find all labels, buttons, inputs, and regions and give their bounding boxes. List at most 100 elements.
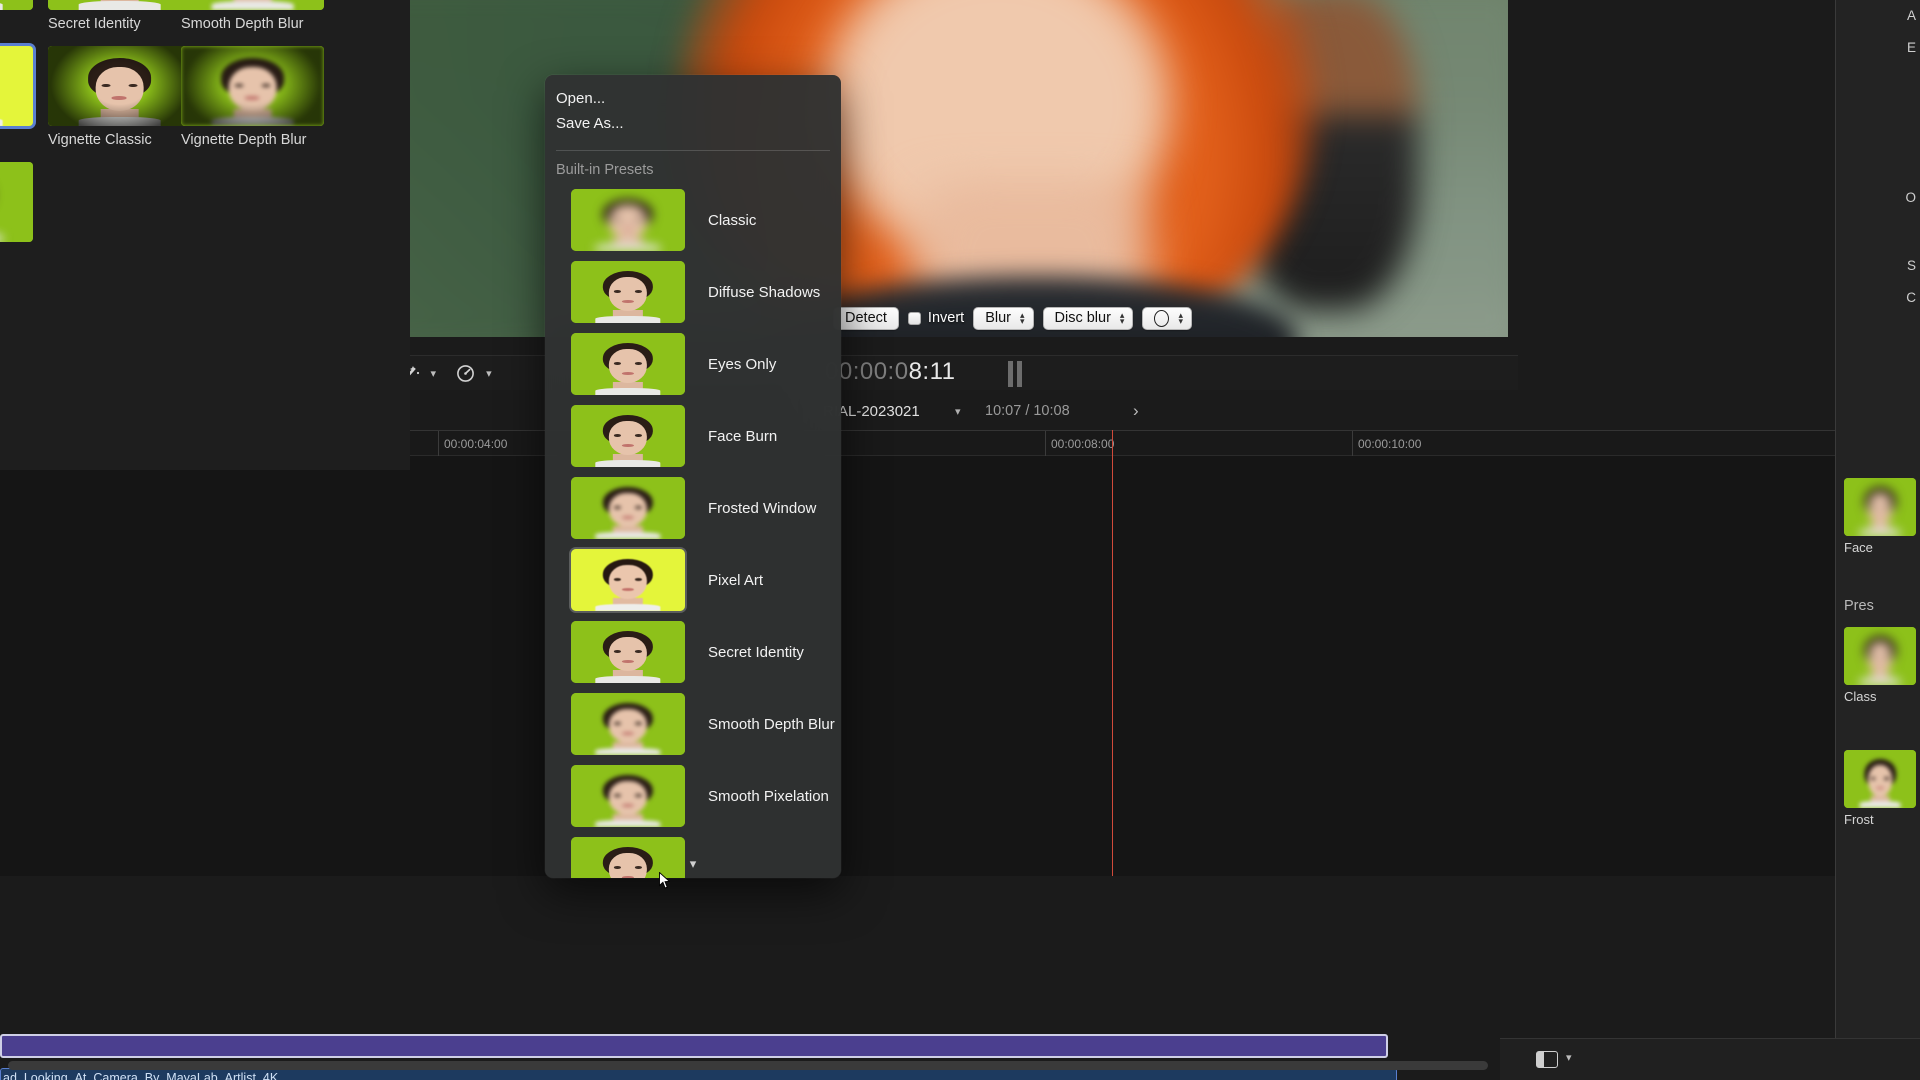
preset-label: Secret Identity bbox=[48, 16, 198, 33]
blur-type-value: Disc blur bbox=[1055, 310, 1111, 326]
invert-checkbox-box[interactable] bbox=[908, 312, 921, 325]
preset-label: Smooth Depth Blur bbox=[181, 16, 331, 33]
menu-preset-item[interactable]: Classic bbox=[545, 184, 841, 256]
edge-letter: E bbox=[1907, 40, 1916, 55]
menu-preset-thumbnail[interactable] bbox=[571, 477, 685, 539]
invert-label: Invert bbox=[928, 310, 964, 326]
browser-preset-item[interactable]: Vignette Classic bbox=[48, 46, 198, 149]
inspector-preset-item[interactable]: Class bbox=[1844, 627, 1916, 704]
menu-preset-label: Smooth Depth Blur bbox=[708, 716, 835, 733]
menu-item-save-as[interactable]: Save As... bbox=[545, 111, 841, 136]
chevron-down-icon[interactable]: ▾ bbox=[955, 405, 961, 418]
inspector-label: Face bbox=[1844, 540, 1916, 555]
inspector-preset-item[interactable]: Face bbox=[1844, 478, 1916, 555]
effect-browser: Secret IdentitySmooth Depth Blur Vignette… bbox=[0, 0, 410, 470]
browser-preset-item[interactable]: Vignette Depth Blur bbox=[181, 46, 331, 149]
inspector-label: Class bbox=[1844, 689, 1916, 704]
detect-button[interactable]: Detect bbox=[833, 307, 899, 330]
menu-section-title: Built-in Presets bbox=[545, 151, 841, 184]
menu-preset-item[interactable]: Diffuse Shadows bbox=[545, 256, 841, 328]
chevron-updown-icon: ▴▾ bbox=[1178, 312, 1183, 324]
speedometer-icon bbox=[456, 364, 475, 383]
blur-type-popup[interactable]: Disc blur ▴▾ bbox=[1043, 307, 1134, 330]
edge-letter: C bbox=[1906, 290, 1916, 305]
preset-label: Vignette Depth Blur bbox=[181, 132, 331, 149]
menu-preset-label: Smooth Pixelation bbox=[708, 788, 829, 805]
menu-preset-thumbnail[interactable] bbox=[571, 765, 685, 827]
menu-preset-thumbnail[interactable] bbox=[571, 333, 685, 395]
menu-preset-label: Classic bbox=[708, 212, 756, 229]
retime-tool-button[interactable]: ▾ bbox=[456, 364, 492, 383]
chevron-updown-icon: ▴▾ bbox=[1120, 312, 1125, 324]
menu-preset-label: Diffuse Shadows bbox=[708, 284, 820, 301]
sidebar-layout-icon[interactable] bbox=[1536, 1051, 1558, 1068]
timeline-title-clip[interactable] bbox=[0, 1034, 1388, 1058]
browser-preset-item-partial[interactable] bbox=[0, 46, 33, 126]
preset-thumbnail-selected[interactable] bbox=[0, 46, 33, 126]
ruler-label: 00:00:08:00 bbox=[1051, 437, 1114, 451]
inspector-thumbnail[interactable] bbox=[1844, 478, 1916, 536]
chevron-down-icon[interactable]: ▾ bbox=[1566, 1051, 1572, 1064]
timecode-suffix: 8:11 bbox=[909, 358, 956, 385]
effect-onscreen-controls: Detect Invert Blur ▴▾ Disc blur ▴▾ ▴▾ bbox=[833, 306, 1192, 330]
inspector-preset-item[interactable]: Frost bbox=[1844, 750, 1916, 827]
preset-thumbnail[interactable] bbox=[181, 46, 324, 126]
effect-mode-popup[interactable]: Blur ▴▾ bbox=[973, 307, 1033, 330]
timeline-scrollbar[interactable] bbox=[8, 1061, 1488, 1070]
menu-preset-thumbnail[interactable] bbox=[571, 405, 685, 467]
menu-commands: Open... Save As... bbox=[545, 75, 841, 142]
shape-popup[interactable]: ▴▾ bbox=[1142, 307, 1192, 330]
chevron-down-icon[interactable]: ▾ bbox=[431, 367, 437, 380]
bottom-status-bar: ▾ bbox=[1500, 1038, 1920, 1080]
presets-dropdown-menu[interactable]: Open... Save As... Built-in Presets Clas… bbox=[545, 75, 841, 878]
menu-preset-item[interactable]: Face Burn bbox=[545, 400, 841, 472]
inspector-section-title: Pres bbox=[1844, 598, 1874, 614]
menu-preset-thumbnail[interactable] bbox=[571, 261, 685, 323]
menu-preset-label: Frosted Window bbox=[708, 500, 816, 517]
browser-preset-item[interactable]: Smooth Depth Blur bbox=[181, 0, 331, 33]
menu-preset-thumbnail[interactable] bbox=[571, 693, 685, 755]
menu-preset-label: Face Burn bbox=[708, 428, 777, 445]
inspector-pane: FaceClassFrostPresAEOSC bbox=[1835, 0, 1920, 1080]
preset-thumbnail[interactable] bbox=[0, 0, 33, 10]
invert-checkbox[interactable]: Invert bbox=[908, 310, 964, 326]
ruler-label: 00:00:04:00 bbox=[444, 437, 507, 451]
menu-preset-item[interactable]: Frosted Window bbox=[545, 472, 841, 544]
preset-thumbnail[interactable] bbox=[48, 0, 191, 10]
chevron-right-icon[interactable]: › bbox=[1133, 401, 1139, 421]
timeline-clip-title: ad_Looking_At_Camera_By_MayaLab_Artlist_… bbox=[1, 1069, 1396, 1080]
inspector-thumbnail[interactable] bbox=[1844, 627, 1916, 685]
menu-preset-item[interactable]: Smooth Depth Blur bbox=[545, 688, 841, 760]
menu-preset-label: Eyes Only bbox=[708, 356, 776, 373]
menu-item-open[interactable]: Open... bbox=[545, 86, 841, 111]
chevron-updown-icon: ▴▾ bbox=[1020, 312, 1025, 324]
playhead[interactable] bbox=[1112, 430, 1113, 876]
ruler-label: 00:00:10:00 bbox=[1358, 437, 1421, 451]
pause-icon[interactable] bbox=[1008, 361, 1022, 387]
menu-preset-thumbnail[interactable] bbox=[571, 549, 685, 611]
video-viewer[interactable] bbox=[347, 0, 1508, 337]
inspector-thumbnail[interactable] bbox=[1844, 750, 1916, 808]
menu-preset-thumbnail[interactable] bbox=[571, 621, 685, 683]
timeline-canvas[interactable]: ad_Looking_At_Camera_By_MayaLab_Artlist_… bbox=[0, 456, 1920, 876]
menu-preset-item[interactable]: Pixel Art bbox=[545, 544, 841, 616]
menu-preset-item[interactable]: Eyes Only bbox=[545, 328, 841, 400]
preset-thumbnail[interactable] bbox=[181, 0, 324, 10]
preset-thumbnail[interactable] bbox=[0, 162, 33, 242]
effect-mode-value: Blur bbox=[985, 310, 1011, 326]
browser-preset-item-partial[interactable] bbox=[0, 162, 33, 242]
menu-preset-item[interactable]: Smooth Pixelation bbox=[545, 760, 841, 832]
menu-preset-thumbnail[interactable] bbox=[571, 189, 685, 251]
edge-letter: A bbox=[1907, 8, 1916, 23]
menu-preset-item[interactable]: Secret Identity bbox=[545, 616, 841, 688]
preset-label: Vignette Classic bbox=[48, 132, 198, 149]
chevron-down-icon[interactable]: ▾ bbox=[545, 854, 841, 874]
edge-letter: S bbox=[1907, 258, 1916, 273]
preset-thumbnail[interactable] bbox=[48, 46, 191, 126]
presets-list: Classic Diffuse Shadows Eyes Only Face Burn… bbox=[545, 184, 841, 878]
chevron-down-icon[interactable]: ▾ bbox=[486, 367, 492, 380]
browser-preset-item-partial[interactable] bbox=[0, 0, 33, 10]
browser-preset-item[interactable]: Secret Identity bbox=[48, 0, 198, 33]
mouse-cursor bbox=[659, 872, 670, 889]
inspector-label: Frost bbox=[1844, 812, 1916, 827]
